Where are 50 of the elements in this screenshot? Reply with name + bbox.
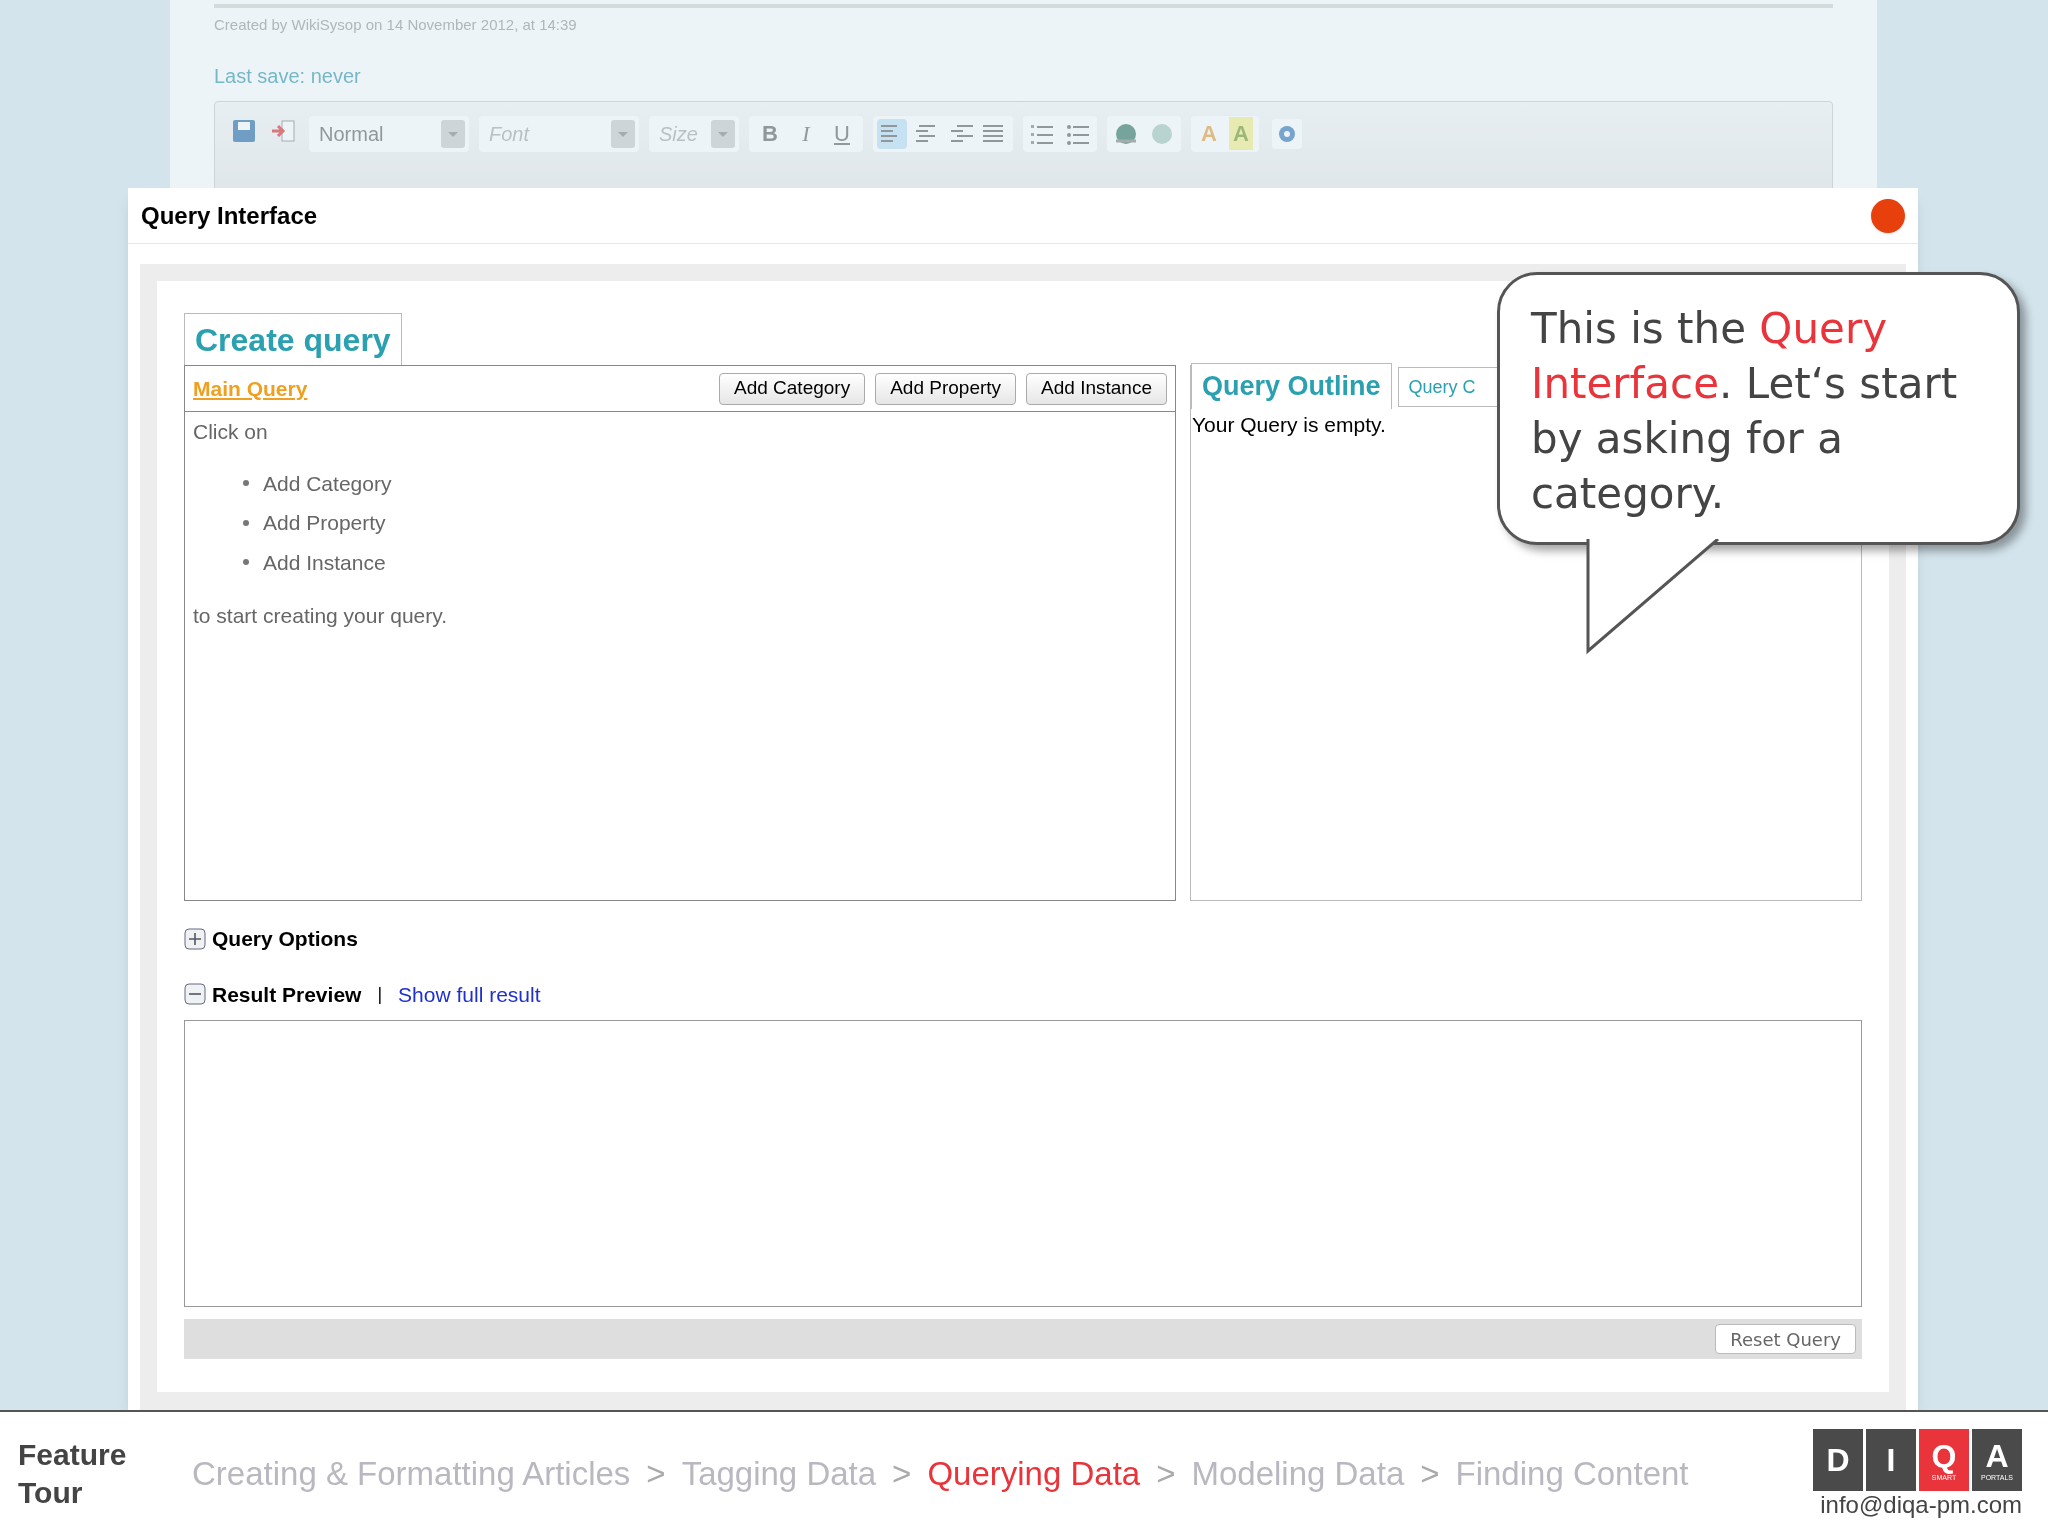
breadcrumb-link[interactable]: Creating & Formatting Articles: [192, 1449, 631, 1499]
logo-letter: D: [1826, 1443, 1850, 1477]
close-button[interactable]: [1871, 198, 1905, 233]
logo-letter: I: [1886, 1443, 1896, 1477]
show-full-result-link[interactable]: Show full result: [398, 978, 541, 1010]
add-button[interactable]: Add Instance: [1026, 372, 1167, 405]
bullet-icon: [243, 480, 249, 487]
list-item: Add Property: [263, 510, 386, 536]
logo-letter: A: [1985, 1438, 2009, 1473]
breadcrumb-link[interactable]: Tagging Data: [681, 1449, 877, 1499]
separator-text: |: [377, 982, 383, 1006]
bullet-icon: [243, 519, 249, 526]
bullet-icon: [243, 559, 249, 566]
dialog-title: Query Interface: [141, 200, 318, 231]
email-text: info@diqa-pm.com: [1820, 1491, 2022, 1519]
breadcrumb-link[interactable]: Querying Data: [927, 1449, 1141, 1499]
breadcrumb-link[interactable]: Modeling Data: [1191, 1449, 1405, 1499]
collapse-icon[interactable]: [184, 983, 206, 1006]
expand-icon[interactable]: [184, 927, 206, 950]
instruction-text: to start creating your query.: [193, 603, 449, 629]
add-button[interactable]: Add Category: [719, 372, 866, 405]
section-title[interactable]: Query Options: [212, 923, 358, 955]
created-text: Created by WikiSysop on 14 November 2012, at 14:39: [214, 15, 578, 35]
background-color-button[interactable]: A: [1228, 117, 1253, 150]
breadcrumb-separator: >: [646, 1454, 666, 1495]
logo-letter: Q: [1931, 1438, 1957, 1473]
instruction-text: Click on: [193, 419, 269, 445]
empty-query-text: Your Query is empty.: [1191, 412, 1386, 438]
create-query-tab[interactable]: Create query: [184, 313, 402, 365]
callout-text: This is the Query Interface. Let‘s start by asking for a category.: [1531, 303, 1959, 520]
outline-tab[interactable]: Query C: [1397, 367, 1498, 407]
text-color-button[interactable]: A: [1197, 117, 1221, 150]
reset-query-button[interactable]: Reset Query: [1715, 1324, 1856, 1354]
main-query-link[interactable]: Main Query: [193, 372, 308, 405]
underline-button[interactable]: U: [827, 117, 857, 150]
add-button[interactable]: Add Property: [875, 372, 1017, 405]
breadcrumb-separator: >: [1156, 1454, 1176, 1495]
breadcrumb-separator: >: [1420, 1454, 1440, 1495]
section-title[interactable]: Result Preview: [212, 978, 362, 1010]
feature-tour-title: Feature Tour: [18, 1437, 128, 1511]
italic-button[interactable]: I: [791, 117, 821, 150]
list-item: Add Category: [263, 470, 392, 497]
outline-tab[interactable]: Query Outline: [1191, 363, 1392, 409]
bold-button[interactable]: B: [755, 117, 785, 150]
list-item: Add Instance: [263, 549, 386, 576]
align-left-icon[interactable]: [877, 118, 907, 149]
breadcrumb-link[interactable]: Finding Content: [1455, 1449, 1689, 1499]
breadcrumb-separator: >: [892, 1454, 912, 1495]
last-save-text: Last save: never: [214, 63, 362, 89]
format-dropdown[interactable]: Normal: [309, 115, 469, 152]
